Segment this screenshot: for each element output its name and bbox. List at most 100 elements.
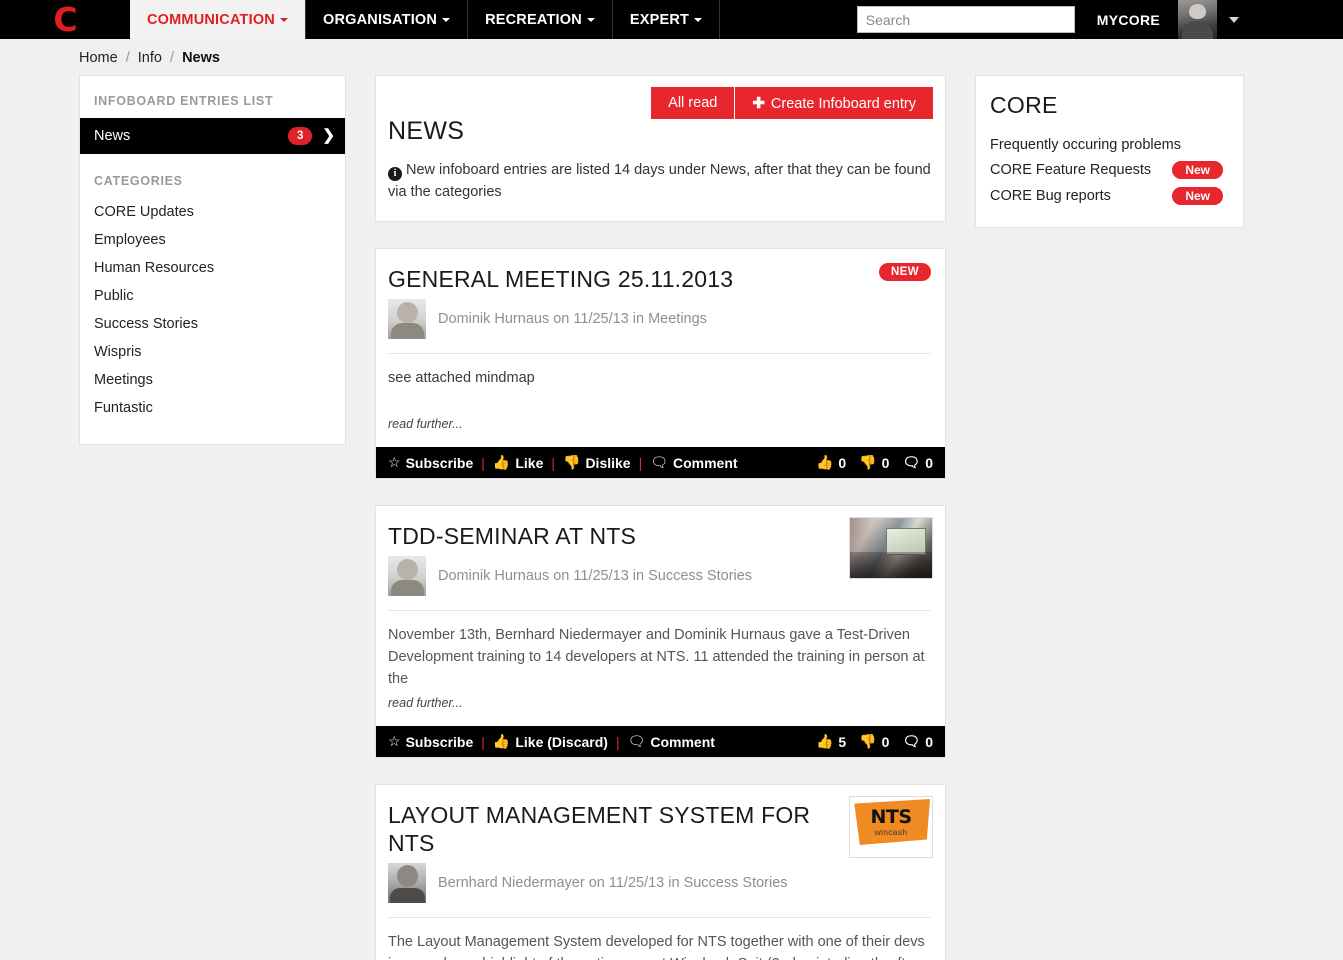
- nav-item-organisation[interactable]: ORGANISATION: [306, 0, 469, 39]
- chevron-down-icon: [586, 17, 595, 22]
- divider: |: [638, 454, 643, 471]
- nav-right-group: MYCORE: [856, 0, 1343, 39]
- article-thumbnail[interactable]: [849, 517, 933, 579]
- core-panel: CORE Frequently occuring problems CORE F…: [975, 75, 1244, 228]
- breadcrumb-separator: /: [125, 50, 130, 66]
- nav-item-communication-label: COMMUNICATION: [147, 11, 275, 28]
- subscribe-button[interactable]: ☆ Subscribe: [388, 454, 473, 471]
- core-panel-title: CORE: [990, 92, 1058, 118]
- breadcrumb-separator: /: [170, 50, 175, 66]
- create-infoboard-entry-button[interactable]: ✚ Create Infoboard entry: [735, 87, 933, 119]
- core-link-bug-reports[interactable]: CORE Bug reports New: [990, 183, 1229, 209]
- comment-count-value: 0: [925, 454, 933, 471]
- chevron-down-icon: [694, 17, 703, 22]
- comment-icon: 🗨: [650, 454, 668, 470]
- article-counts: 👍 5 👎 0 🗨 0: [816, 733, 933, 750]
- like-count: 👍 5: [816, 733, 846, 750]
- dislike-label: Dislike: [585, 454, 631, 471]
- nts-logo-secondary-text: wincash: [874, 826, 908, 837]
- sidebar-item-wispris[interactable]: Wispris: [80, 338, 345, 366]
- dislike-count-value: 0: [881, 454, 890, 471]
- read-further-link[interactable]: read further...: [376, 690, 945, 726]
- like-count-value: 0: [838, 454, 847, 471]
- core-link-feature-requests[interactable]: CORE Feature Requests New: [990, 157, 1229, 183]
- status-badge: NEW: [878, 263, 931, 281]
- sidebar-item-public[interactable]: Public: [80, 282, 345, 310]
- like-button[interactable]: 👍 Like (Discard): [493, 733, 608, 750]
- article-card: NEW GENERAL MEETING 25.11.2013 Dominik H…: [375, 248, 946, 479]
- comment-icon: 🗨: [902, 733, 921, 749]
- sidebar-item-core-updates[interactable]: CORE Updates: [80, 198, 345, 226]
- subscribe-label: Subscribe: [405, 454, 474, 471]
- nav-item-communication[interactable]: COMMUNICATION: [130, 0, 306, 39]
- like-count: 👍 0: [816, 454, 846, 471]
- avatar[interactable]: [1178, 0, 1217, 39]
- article-body: NTS wincash LAYOUT MANAGEMENT SYSTEM FOR…: [376, 785, 945, 918]
- nav-item-expert-label: EXPERT: [629, 11, 690, 28]
- dislike-count-value: 0: [881, 733, 890, 750]
- thumb-up-icon: 👍: [492, 733, 511, 749]
- sidebar-item-human-resources[interactable]: Human Resources: [80, 254, 345, 282]
- status-badge: New: [1172, 187, 1223, 205]
- divider: |: [551, 454, 555, 471]
- article-body: NEW GENERAL MEETING 25.11.2013 Dominik H…: [376, 249, 945, 354]
- all-read-button[interactable]: All read: [651, 87, 736, 119]
- comment-button[interactable]: 🗨 Comment: [650, 454, 737, 471]
- comment-icon: 🗨: [902, 454, 921, 470]
- sidebar-item-employees[interactable]: Employees: [80, 226, 345, 254]
- article-meta: Dominik Hurnaus on 11/25/13 in Meetings: [388, 293, 931, 339]
- news-header-panel: All read ✚ Create Infoboard entry NEWS iN…: [375, 75, 946, 222]
- dislike-button[interactable]: 👎 Dislike: [563, 454, 631, 471]
- subscribe-button[interactable]: ☆ Subscribe: [388, 733, 473, 750]
- nts-logo-shape: NTS wincash: [854, 799, 930, 845]
- breadcrumb: Home / Info / News: [0, 39, 1343, 75]
- news-info-note: i New infoboard entries are listed 14 day…: [376, 146, 945, 203]
- breadcrumb-current: News: [182, 50, 220, 66]
- mycore-link[interactable]: MYCORE: [1097, 12, 1160, 28]
- article-title[interactable]: GENERAL MEETING 25.11.2013: [388, 265, 931, 293]
- article-meta: Bernhard Niedermayer on 11/25/13 in Succ…: [388, 857, 931, 903]
- divider: [388, 917, 931, 918]
- article-thumbnail[interactable]: NTS wincash: [849, 796, 933, 858]
- sidebar-item-success-stories[interactable]: Success Stories: [80, 310, 345, 338]
- sidebar-item-news[interactable]: News 3 ❯: [80, 118, 345, 154]
- thumb-up-icon: 👍: [815, 454, 834, 470]
- chevron-down-icon: [279, 17, 288, 22]
- like-button[interactable]: 👍 Like: [493, 454, 543, 471]
- user-menu-toggle[interactable]: [1217, 16, 1251, 23]
- plus-icon: ✚: [752, 95, 765, 112]
- avatar: [388, 863, 426, 903]
- thumb-down-icon: 👎: [859, 454, 877, 470]
- create-infoboard-entry-label: Create Infoboard entry: [770, 96, 916, 112]
- nts-logo-primary-text: NTS: [870, 805, 912, 828]
- sidebar-item-funtastic[interactable]: Funtastic: [80, 394, 345, 422]
- sidebar-item-meetings[interactable]: Meetings: [80, 366, 345, 394]
- article-excerpt: The Layout Management System developed f…: [388, 934, 925, 960]
- article-excerpt: November 13th, Bernhard Niedermayer and …: [388, 627, 925, 687]
- news-info-note-text: New infoboard entries are listed 14 days…: [388, 162, 931, 200]
- article-action-bar: ☆ Subscribe | 👍 Like (Discard) | 🗨 Comment …: [376, 726, 945, 757]
- comment-count-value: 0: [925, 733, 933, 750]
- comment-button[interactable]: 🗨 Comment: [628, 733, 715, 750]
- like-label: Like: [515, 454, 544, 471]
- like-label: Like (Discard): [515, 733, 608, 750]
- comment-label: Comment: [650, 733, 715, 750]
- thumb-down-icon: 👎: [563, 454, 581, 470]
- core-link-frequent-problems[interactable]: Frequently occuring problems: [990, 133, 1229, 157]
- read-further-link[interactable]: read further...: [376, 411, 945, 447]
- breadcrumb-info[interactable]: Info: [138, 50, 162, 66]
- article-meta-text: Dominik Hurnaus on 11/25/13 in Meetings: [438, 311, 707, 327]
- nav-item-recreation[interactable]: RECREATION: [468, 0, 613, 39]
- dislike-count: 👎 0: [859, 733, 889, 750]
- article-excerpt: see attached mindmap: [388, 370, 535, 386]
- thumb-up-icon: 👍: [492, 454, 511, 470]
- logo[interactable]: C: [0, 0, 130, 39]
- comment-icon: 🗨: [627, 733, 646, 749]
- search-input[interactable]: [856, 6, 1075, 33]
- breadcrumb-home[interactable]: Home: [79, 50, 118, 66]
- nav-item-expert[interactable]: EXPERT: [613, 0, 721, 39]
- sidebar-panel: INFOBOARD ENTRIES LIST News 3 ❯ CATEGORI…: [79, 75, 346, 445]
- avatar: [388, 299, 426, 339]
- sidebar-list-heading: INFOBOARD ENTRIES LIST: [94, 94, 274, 108]
- avatar: [388, 556, 426, 596]
